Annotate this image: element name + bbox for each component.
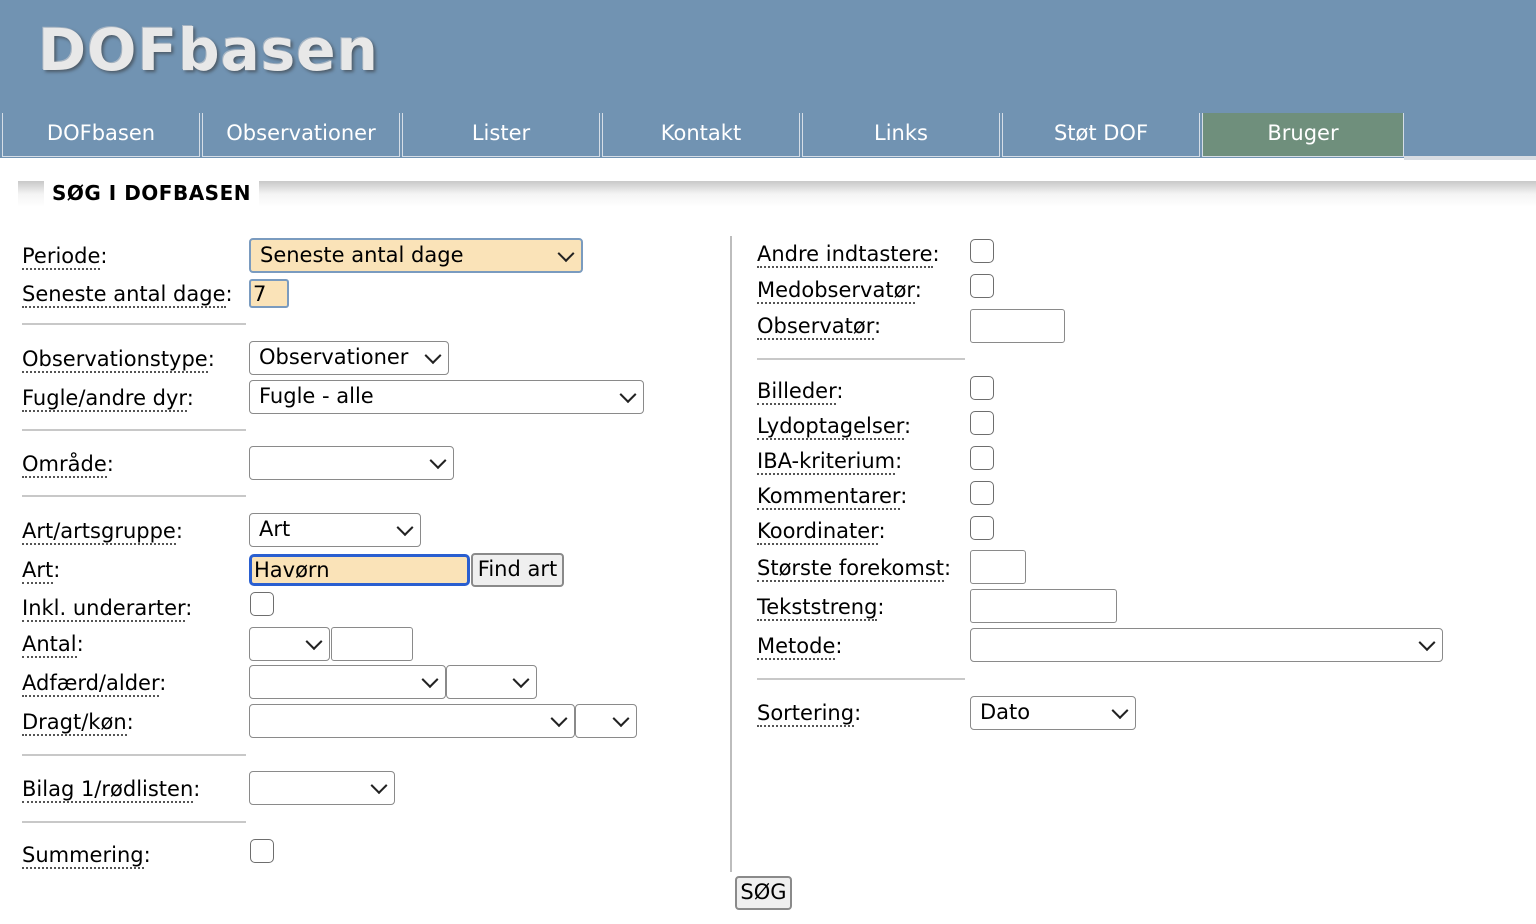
chevron-down-icon	[550, 710, 568, 728]
adfaerd-alder-label: Adfærd/alder:	[22, 671, 167, 697]
koen-select[interactable]	[575, 704, 637, 738]
sortering-label: Sortering:	[757, 701, 862, 727]
nav-item-bruger[interactable]: Bruger	[1202, 113, 1404, 157]
art-artsgruppe-select[interactable]: Art	[249, 513, 421, 547]
fugle-andre-dyr-label: Fugle/andre dyr:	[22, 386, 194, 412]
section-title: SØG I DOFBASEN	[44, 178, 259, 208]
koordinater-checkbox[interactable]	[970, 516, 994, 540]
nav-item-dofbasen[interactable]: DOFbasen	[2, 113, 200, 157]
nav-item-stoet-dof[interactable]: Støt DOF	[1002, 113, 1200, 157]
bilag-roedlisten-select[interactable]	[249, 771, 395, 805]
lydoptagelser-label: Lydoptagelser:	[757, 414, 912, 440]
chevron-down-icon	[370, 777, 388, 795]
chevron-down-icon	[1418, 634, 1436, 652]
chevron-down-icon	[612, 710, 630, 728]
divider	[22, 754, 246, 756]
metode-label: Metode:	[757, 634, 843, 660]
antal-label: Antal:	[22, 632, 84, 658]
dragt-koen-label: Dragt/køn:	[22, 710, 134, 736]
iba-kriterium-checkbox[interactable]	[970, 446, 994, 470]
soeg-button[interactable]: SØG	[735, 876, 792, 910]
stoerste-forekomst-label: Største forekomst:	[757, 556, 952, 582]
stoerste-forekomst-input[interactable]	[970, 550, 1026, 584]
iba-kriterium-label: IBA-kriterium:	[757, 449, 903, 475]
nav-strip	[1404, 156, 1536, 160]
art-label: Art:	[22, 558, 61, 584]
chevron-down-icon	[1111, 702, 1129, 720]
koordinater-label: Koordinater:	[757, 519, 886, 545]
observationstype-label: Observationstype:	[22, 347, 215, 373]
seneste-antal-dage-label: Seneste antal dage:	[22, 282, 233, 308]
sortering-select[interactable]: Dato	[970, 696, 1136, 730]
chevron-down-icon	[396, 519, 414, 537]
antal-input[interactable]	[331, 627, 413, 661]
periode-select[interactable]: Seneste antal dage	[249, 238, 583, 273]
omrade-label: Område:	[22, 452, 114, 478]
andre-indtastere-label: Andre indtastere:	[757, 242, 940, 268]
site-logo[interactable]: DOFbasen	[38, 16, 379, 84]
summering-checkbox[interactable]	[250, 839, 274, 863]
art-input[interactable]: Havørn	[249, 554, 470, 586]
divider	[757, 358, 965, 360]
periode-label: Periode:	[22, 244, 108, 270]
chevron-down-icon	[424, 347, 442, 365]
observator-label: Observatør:	[757, 314, 882, 340]
kommentarer-checkbox[interactable]	[970, 481, 994, 505]
billeder-checkbox[interactable]	[970, 376, 994, 400]
kommentarer-label: Kommentarer:	[757, 484, 908, 510]
inkl-underarter-label: Inkl. underarter:	[22, 596, 193, 622]
andre-indtastere-checkbox[interactable]	[970, 239, 994, 263]
chevron-down-icon	[429, 452, 447, 470]
seneste-antal-dage-input[interactable]: 7	[249, 279, 289, 308]
summering-label: Summering:	[22, 843, 151, 869]
observator-input[interactable]	[970, 309, 1065, 343]
tekststreng-label: Tekststreng:	[757, 595, 885, 621]
nav-item-observationer[interactable]: Observationer	[202, 113, 400, 157]
dragt-select[interactable]	[249, 704, 575, 738]
adfaerd-select[interactable]	[249, 665, 446, 699]
divider	[22, 429, 246, 431]
alder-select[interactable]	[446, 665, 537, 699]
divider	[22, 323, 246, 325]
find-art-button[interactable]: Find art	[471, 553, 564, 587]
omrade-select[interactable]	[249, 446, 454, 480]
column-divider	[730, 236, 732, 872]
chevron-down-icon	[305, 633, 323, 651]
nav-item-lister[interactable]: Lister	[402, 113, 600, 157]
chevron-down-icon	[421, 671, 439, 689]
billeder-label: Billeder:	[757, 379, 844, 405]
divider	[757, 678, 965, 680]
divider	[22, 495, 246, 497]
divider	[22, 821, 246, 823]
chevron-down-icon	[557, 244, 575, 262]
chevron-down-icon	[619, 386, 637, 404]
nav-item-links[interactable]: Links	[802, 113, 1000, 157]
art-artsgruppe-label: Art/artsgruppe:	[22, 519, 183, 545]
fugle-andre-dyr-select[interactable]: Fugle - alle	[249, 380, 644, 414]
inkl-underarter-checkbox[interactable]	[250, 592, 274, 616]
medobservator-label: Medobservatør:	[757, 278, 922, 304]
bilag-roedlisten-label: Bilag 1/rødlisten:	[22, 777, 201, 803]
observationstype-select[interactable]: Observationer	[249, 341, 449, 375]
lydoptagelser-checkbox[interactable]	[970, 411, 994, 435]
metode-select[interactable]	[970, 628, 1443, 662]
antal-operator-select[interactable]	[249, 627, 330, 661]
chevron-down-icon	[512, 671, 530, 689]
nav-item-kontakt[interactable]: Kontakt	[602, 113, 800, 157]
medobservator-checkbox[interactable]	[970, 274, 994, 298]
tekststreng-input[interactable]	[970, 589, 1117, 623]
